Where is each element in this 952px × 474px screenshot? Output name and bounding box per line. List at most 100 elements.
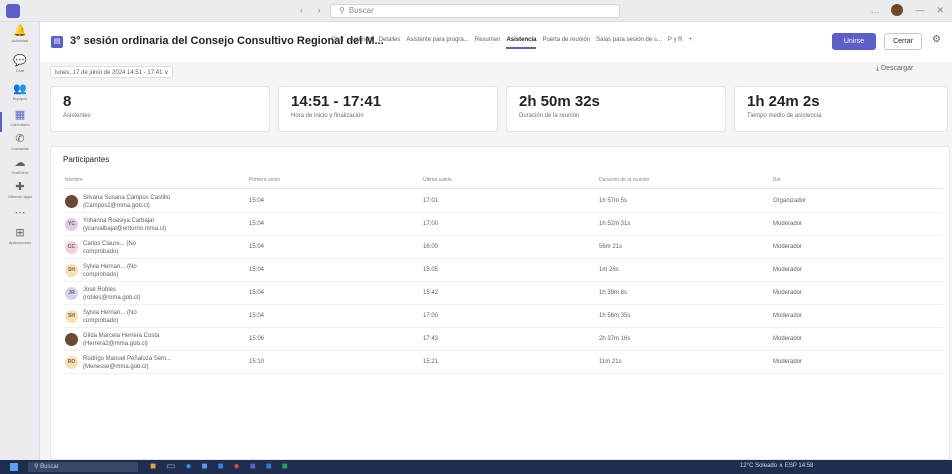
taskbar-search[interactable]: ⚲ Buscar: [28, 462, 138, 472]
stat-card-time-range: 14:51 - 17:41 Hora de inicio y finalizac…: [278, 86, 498, 132]
table-row[interactable]: SH Sylvia Hernan... (No comprobado) 15:04 17…: [63, 306, 943, 328]
avatar: SH: [65, 264, 78, 277]
minimize-button[interactable]: —: [915, 5, 924, 15]
participant-name: Yohanna Roasiya Carbajal (ycarvalbajal@en…: [83, 218, 167, 232]
role: Moderador: [773, 267, 803, 273]
folder-icon[interactable]: ■: [150, 461, 156, 473]
close-button[interactable]: Cerrar: [884, 33, 922, 50]
start-icon[interactable]: [10, 463, 18, 471]
table-row[interactable]: SH Sylvia Hernan... (No comprobado) 15:04 15…: [63, 260, 943, 282]
phone-icon: ✆: [15, 133, 25, 145]
taskbar-search-label: Buscar: [40, 464, 59, 470]
rail-item-activity[interactable]: 🔔 Actividad: [0, 24, 40, 54]
last-leave: 15:21: [423, 359, 439, 365]
window-titlebar: ‹ › ⚲ Buscar … — ✕: [0, 0, 952, 22]
tab-files[interactable]: Archivos: [350, 37, 373, 49]
participant-name: Sylvia Hernan... (No comprobado): [83, 264, 137, 278]
stat-value: 14:51 - 17:41: [291, 93, 382, 110]
last-leave: 15:42: [423, 290, 439, 296]
first-join: 15:10: [249, 359, 265, 365]
history-nav[interactable]: ‹ ›: [300, 5, 327, 15]
session-date-dropdown[interactable]: lunes, 17 de junio de 2024 14:51 - 17:41…: [50, 66, 174, 78]
system-tray[interactable]: 12°C Soleado ∧ ESP 14:58: [740, 462, 813, 469]
settings-icon[interactable]: ⚙: [932, 34, 941, 45]
first-join: 15:04: [249, 221, 265, 227]
table-row[interactable]: Gilda Marcela Herrera Costa (Herrera2@mma…: [63, 329, 943, 351]
table-row[interactable]: YC Yohanna Roasiya Carbajal (ycarvalbajal@…: [63, 214, 943, 236]
avatar: [65, 333, 78, 346]
duration: 1m 26s: [599, 267, 619, 273]
more-icon: ⋯: [14, 207, 26, 219]
table-header: Nombre Primera unión Última salida Durac…: [63, 175, 943, 189]
last-leave: 17:00: [423, 313, 439, 319]
table-row[interactable]: CC Carlos Claure... (No comprobado) 15:04 16…: [63, 237, 943, 259]
store-icon[interactable]: ■: [202, 461, 208, 473]
role: Moderador: [773, 244, 803, 250]
stat-value: 2h 50m 32s: [519, 93, 600, 110]
rail-item-chat[interactable]: 💬 Chat: [0, 54, 40, 84]
excel-icon[interactable]: ■: [282, 461, 288, 473]
close-window-button[interactable]: ✕: [936, 5, 944, 16]
cloud-icon: ☁: [14, 157, 26, 169]
rail-item-applications[interactable]: ⊞ Aplicaciones: [0, 226, 40, 256]
download-button[interactable]: ⤓ Descargar: [876, 65, 913, 73]
bell-icon: 🔔: [13, 25, 27, 37]
table-row[interactable]: RO Rodrigo Manuel Peñaloza Sem... (Menesse…: [63, 352, 943, 374]
tab-add[interactable]: +: [688, 37, 692, 49]
tab-scheduling-assistant[interactable]: Asistente para progra...: [406, 37, 468, 49]
apps-icon: ✚: [15, 181, 25, 193]
stat-value: 1h 24m 2s: [747, 93, 820, 110]
tab-details[interactable]: Detalles: [379, 37, 401, 49]
search-input[interactable]: ⚲ Buscar: [330, 4, 620, 18]
tab-attendance[interactable]: Asistencia: [506, 37, 537, 49]
user-avatar[interactable]: [891, 4, 904, 16]
stat-card-duration: 2h 50m 32s Duración de la reunión: [506, 86, 726, 132]
role: Moderador: [773, 290, 803, 296]
last-leave: 17:00: [423, 221, 439, 227]
stat-value: 8: [63, 93, 72, 110]
role: Organizador: [773, 198, 807, 204]
tab-meeting-door[interactable]: Puerta de reunión: [542, 37, 590, 49]
word-icon[interactable]: ■: [266, 461, 272, 473]
app-rail: 🔔 Actividad 💬 Chat 👥 Equipos ▦ Calendario ✆ L…: [0, 22, 40, 460]
teams-taskbar-icon[interactable]: ■: [250, 461, 256, 473]
stat-card-attendees: 8 Asistentes: [50, 86, 270, 132]
role: Moderador: [773, 221, 803, 227]
col-name[interactable]: Nombre: [65, 177, 83, 183]
tab-chat[interactable]: Chat: [331, 37, 344, 49]
meeting-tabs: Chat Archivos Detalles Asistente para pr…: [331, 37, 692, 49]
participants-section: Participantes Nombre Primera unión Últim…: [50, 146, 950, 460]
col-first-join[interactable]: Primera unión: [249, 177, 280, 183]
chrome-icon[interactable]: ●: [234, 461, 240, 473]
more-options-icon[interactable]: …: [870, 5, 879, 15]
teams-logo-icon: [6, 4, 20, 18]
role: Moderador: [773, 359, 803, 365]
join-button[interactable]: Unirse: [832, 33, 876, 50]
table-row[interactable]: Silvana Susana Campos Castillo (Campos2@m…: [63, 191, 943, 213]
participant-name: Silvana Susana Campos Castillo (Campos2@m…: [83, 195, 171, 209]
stat-card-average: 1h 24m 2s Tiempo medio de asistencia: [734, 86, 948, 132]
duration: 2h 37m 16s: [599, 336, 631, 342]
col-last-leave[interactable]: Última salida: [423, 177, 452, 183]
meeting-header: ▤ 3° sesión ordinaria del Consejo Consul…: [40, 22, 952, 62]
duration: 56m 21s: [599, 244, 623, 250]
calendar-icon: ▦: [14, 109, 26, 121]
role: Moderador: [773, 313, 803, 319]
last-leave: 16:00: [423, 244, 439, 250]
tab-recap[interactable]: Resumen: [475, 37, 501, 49]
duration: 11m 21s: [599, 359, 622, 365]
section-title: Participantes: [63, 155, 110, 164]
mail-icon[interactable]: ■: [218, 461, 224, 473]
table-row[interactable]: JR José Robles (robles@mma.gob.cl) 15:04 15:…: [63, 283, 943, 305]
col-role[interactable]: Rol: [773, 177, 781, 183]
edge-icon[interactable]: ●: [186, 461, 192, 473]
search-placeholder: Buscar: [348, 6, 374, 15]
avatar: CC: [65, 241, 78, 254]
first-join: 15:04: [249, 313, 265, 319]
tab-breakout-rooms[interactable]: Salas para sesión de s...: [596, 37, 662, 49]
taskview-icon[interactable]: ▭: [166, 461, 175, 473]
first-join: 15:04: [249, 290, 265, 296]
tab-qa[interactable]: P y R: [668, 37, 683, 49]
participant-name: Carlos Claure... (No comprobado): [83, 241, 137, 255]
col-duration[interactable]: Duración de la reunión: [599, 177, 649, 183]
